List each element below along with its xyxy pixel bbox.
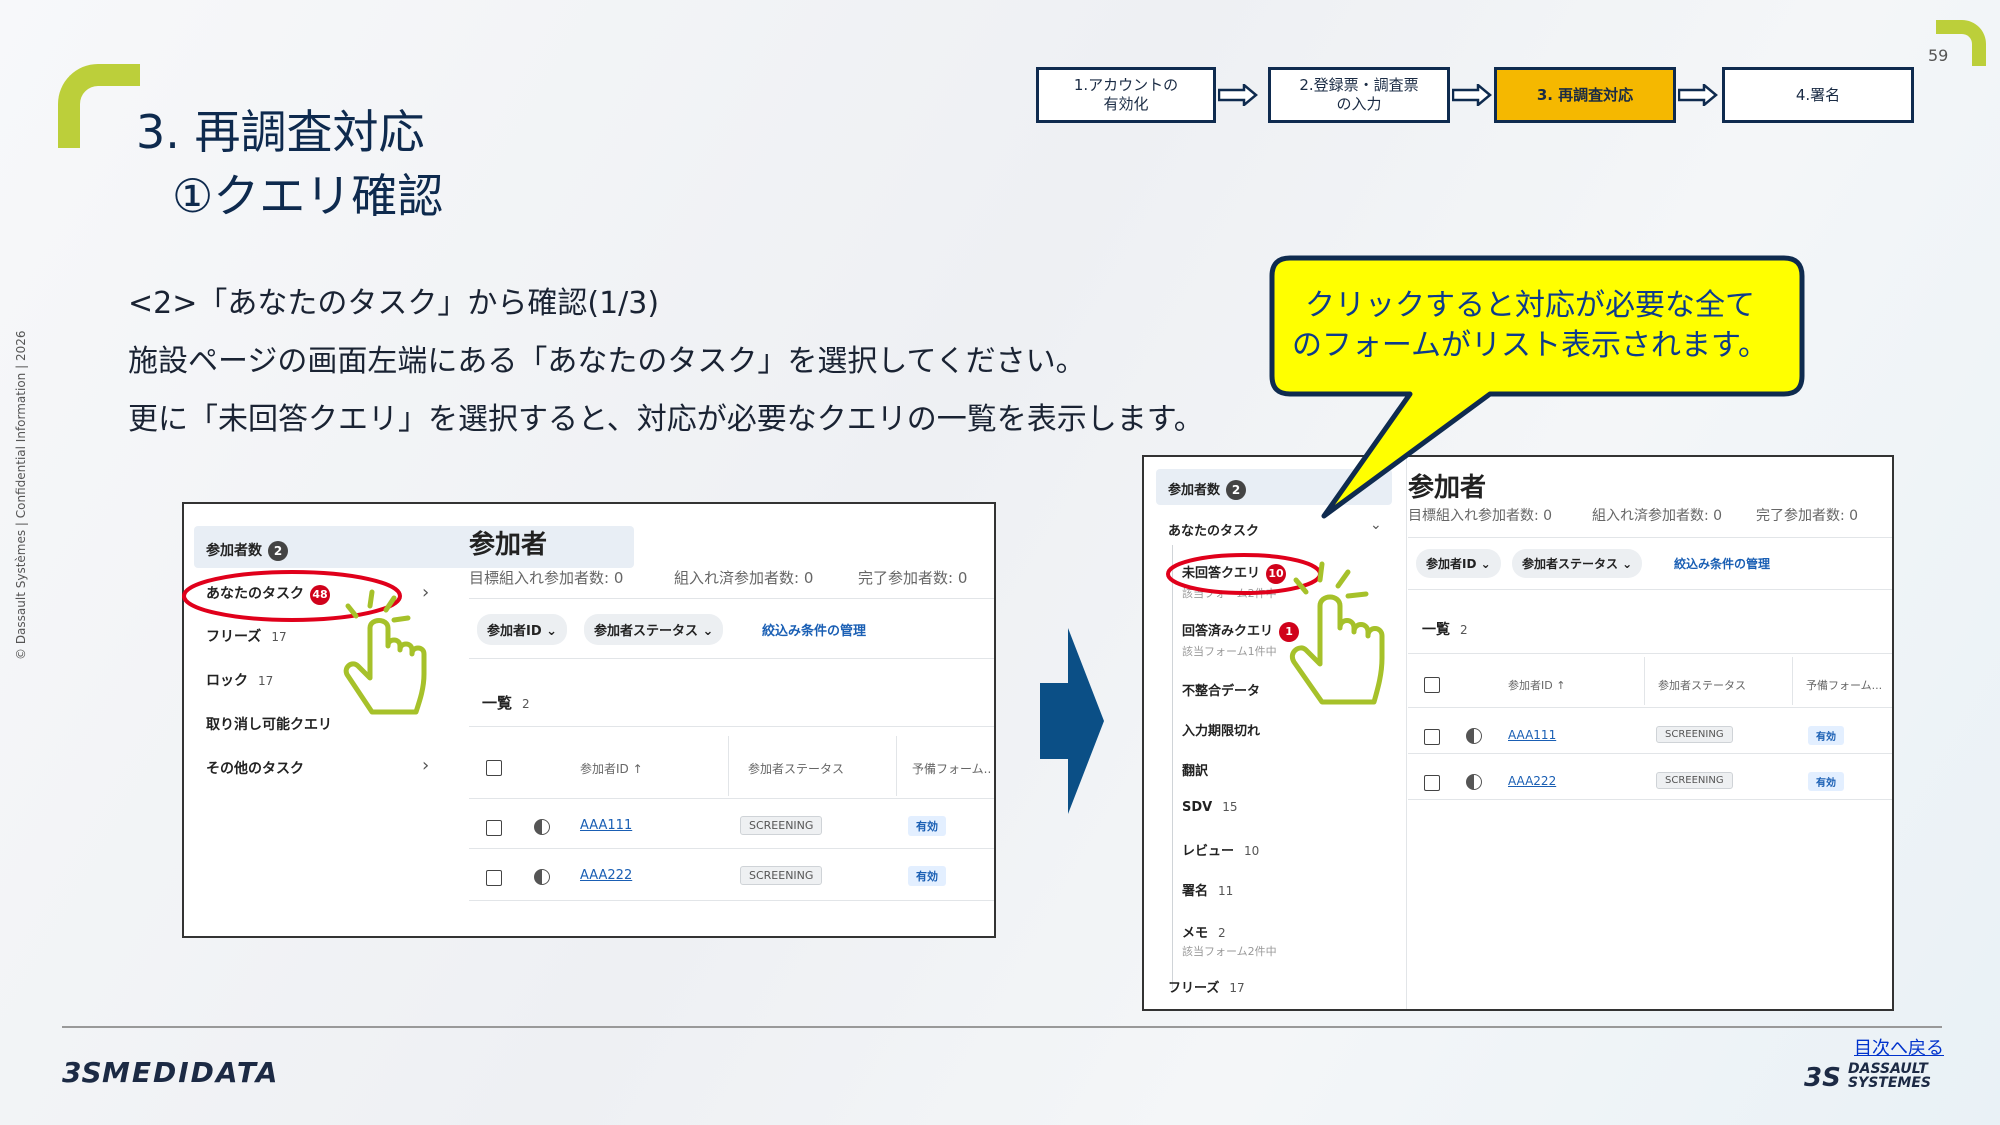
slide-title: 3. 再調査対応 (136, 105, 425, 159)
column-header-status[interactable]: 参加者ステータス (748, 760, 844, 777)
row-checkbox[interactable] (486, 820, 502, 836)
screenshot-unanswered-queries: 参加者数 2 あなたのタスク ⌄ 未回答クエリ 10 該当フォーム2件中 回答済みク… (1142, 455, 1894, 1011)
sidebar-item-memo[interactable]: メモ 2 (1182, 922, 1226, 941)
participant-id-link[interactable]: AAA111 (580, 818, 632, 833)
step-1: 1.アカウントの 有効化 (1036, 67, 1216, 123)
status-half-icon (1466, 728, 1482, 744)
enrolled-stat: 組入れ済参加者数: 0 (674, 569, 814, 587)
row-checkbox[interactable] (1424, 729, 1440, 745)
double-arrow-icon (1218, 84, 1258, 106)
sidebar-item-sdv[interactable]: SDV 15 (1182, 800, 1238, 815)
filter-participant-id[interactable]: 参加者ID ⌄ (477, 614, 568, 645)
step-4: 4.署名 (1722, 67, 1914, 123)
status-half-icon (534, 819, 550, 835)
status-tag: SCREENING (740, 816, 823, 835)
form-tag: 有効 (908, 866, 946, 886)
corner-bracket-left (58, 64, 140, 148)
participant-id-link[interactable]: AAA111 (1508, 728, 1556, 742)
form-tag: 有効 (1808, 726, 1844, 745)
back-to-toc-link[interactable]: 目次へ戻る (1854, 1034, 1944, 1060)
double-arrow-icon (1678, 84, 1718, 106)
slide-subtitle: ①クエリ確認 (172, 169, 444, 223)
memo-sub-text: 該当フォーム2件中 (1182, 945, 1277, 958)
count-badge: 2 (1226, 480, 1247, 500)
medidata-logo: 3S MEDIDATA (62, 1055, 280, 1090)
column-header-participant-id[interactable]: 参加者ID ↑ (1508, 677, 1565, 693)
participant-id-link[interactable]: AAA222 (1508, 774, 1556, 788)
column-header-participant-id[interactable]: 参加者ID ↑ (580, 760, 643, 777)
page-number: 59 (1928, 46, 1949, 65)
ds-logo-icon: 3S (62, 1056, 102, 1089)
column-header-form[interactable]: 予備フォーム... (1806, 677, 1882, 693)
status-tag: SCREENING (740, 866, 823, 885)
sidebar-item-review[interactable]: レビュー 10 (1182, 840, 1259, 859)
sidebar-item-translation[interactable]: 翻訳 (1182, 760, 1208, 779)
select-all-checkbox[interactable] (1424, 677, 1440, 693)
sidebar-item-sign[interactable]: 署名 11 (1182, 880, 1233, 899)
list-title: 一覧 2 (482, 694, 530, 712)
sidebar-item-lock[interactable]: ロック 17 (206, 670, 273, 690)
column-header-status[interactable]: 参加者ステータス (1658, 677, 1746, 693)
filter-participant-status[interactable]: 参加者ステータス ⌄ (1512, 549, 1643, 578)
hand-pointer-icon (1290, 561, 1385, 705)
double-arrow-icon (1452, 84, 1492, 106)
svg-text:3S: 3S (62, 1056, 102, 1089)
chevron-right-icon: › (422, 755, 430, 776)
confidential-notice: © Dassault Systèmes | Confidential Infor… (14, 330, 28, 660)
status-half-icon (1466, 774, 1482, 790)
filter-participant-id[interactable]: 参加者ID ⌄ (1416, 549, 1501, 578)
filter-participant-status[interactable]: 参加者ステータス ⌄ (584, 614, 724, 645)
participant-id-link[interactable]: AAA222 (580, 868, 632, 883)
participants-title: 参加者 (469, 530, 548, 560)
column-header-form[interactable]: 予備フォーム.. (912, 760, 991, 777)
arrow-right-icon (1040, 628, 1104, 814)
dassault-logo: 3S DASSAULT SYSTEMES (1804, 1058, 1931, 1094)
form-tag: 有効 (1808, 772, 1844, 791)
sidebar-item-cancelable-queries[interactable]: 取り消し可能クエリ (206, 714, 332, 734)
svg-text:3S: 3S (1804, 1063, 1841, 1093)
sidebar-item-participants[interactable]: 参加者数 2 (1168, 479, 1247, 500)
sidebar-item-other-tasks[interactable]: その他のタスク (206, 758, 304, 778)
manage-filters-link[interactable]: 絞込み条件の管理 (1674, 555, 1770, 572)
target-enrolled-stat: 目標組入れ参加者数: 0 (469, 569, 624, 587)
completed-stat: 完了参加者数: 0 (858, 569, 968, 587)
manage-filters-link[interactable]: 絞込み条件の管理 (762, 620, 866, 639)
hand-pointer-icon (343, 589, 427, 715)
sidebar-item-participants[interactable]: 参加者数 2 (206, 540, 288, 561)
section-heading: <2>「あなたのタスク」から確認(1/3) (128, 286, 660, 321)
status-half-icon (534, 869, 550, 885)
answered-sub-text: 該当フォーム1件中 (1182, 645, 1277, 658)
footer-divider (62, 1026, 1942, 1028)
sidebar-item-expired[interactable]: 入力期限切れ (1182, 720, 1260, 739)
form-tag: 有効 (908, 816, 946, 836)
select-all-checkbox[interactable] (486, 760, 502, 776)
sidebar-item-your-tasks[interactable]: あなたのタスク (1168, 520, 1259, 539)
list-title: 一覧 2 (1422, 622, 1468, 638)
sidebar-item-freeze[interactable]: フリーズ 17 (206, 626, 287, 646)
row-checkbox[interactable] (1424, 775, 1440, 791)
instruction-line-2: 更に「未回答クエリ」を選択すると、対応が必要なクエリの一覧を表示します。 (128, 402, 1204, 437)
status-tag: SCREENING (1656, 726, 1733, 743)
step-3-active: 3. 再調査対応 (1494, 67, 1676, 123)
status-tag: SCREENING (1656, 772, 1733, 789)
row-checkbox[interactable] (486, 870, 502, 886)
step-2: 2.登録票・調査票 の入力 (1268, 67, 1450, 123)
ds-logo-icon: 3S (1804, 1063, 1841, 1093)
sidebar-item-answered-queries[interactable]: 回答済みクエリ 1 (1182, 620, 1300, 642)
callout-text: クリックすると対応が必要な全て のフォームがリスト表示されます。 (1291, 288, 1769, 363)
sidebar-item-mismatch[interactable]: 不整合データ (1182, 680, 1260, 699)
count-badge: 2 (268, 541, 288, 561)
sidebar-item-freeze[interactable]: フリーズ 17 (1168, 977, 1245, 996)
instruction-line-1: 施設ページの画面左端にある「あなたのタスク」を選択してください。 (128, 344, 1086, 379)
